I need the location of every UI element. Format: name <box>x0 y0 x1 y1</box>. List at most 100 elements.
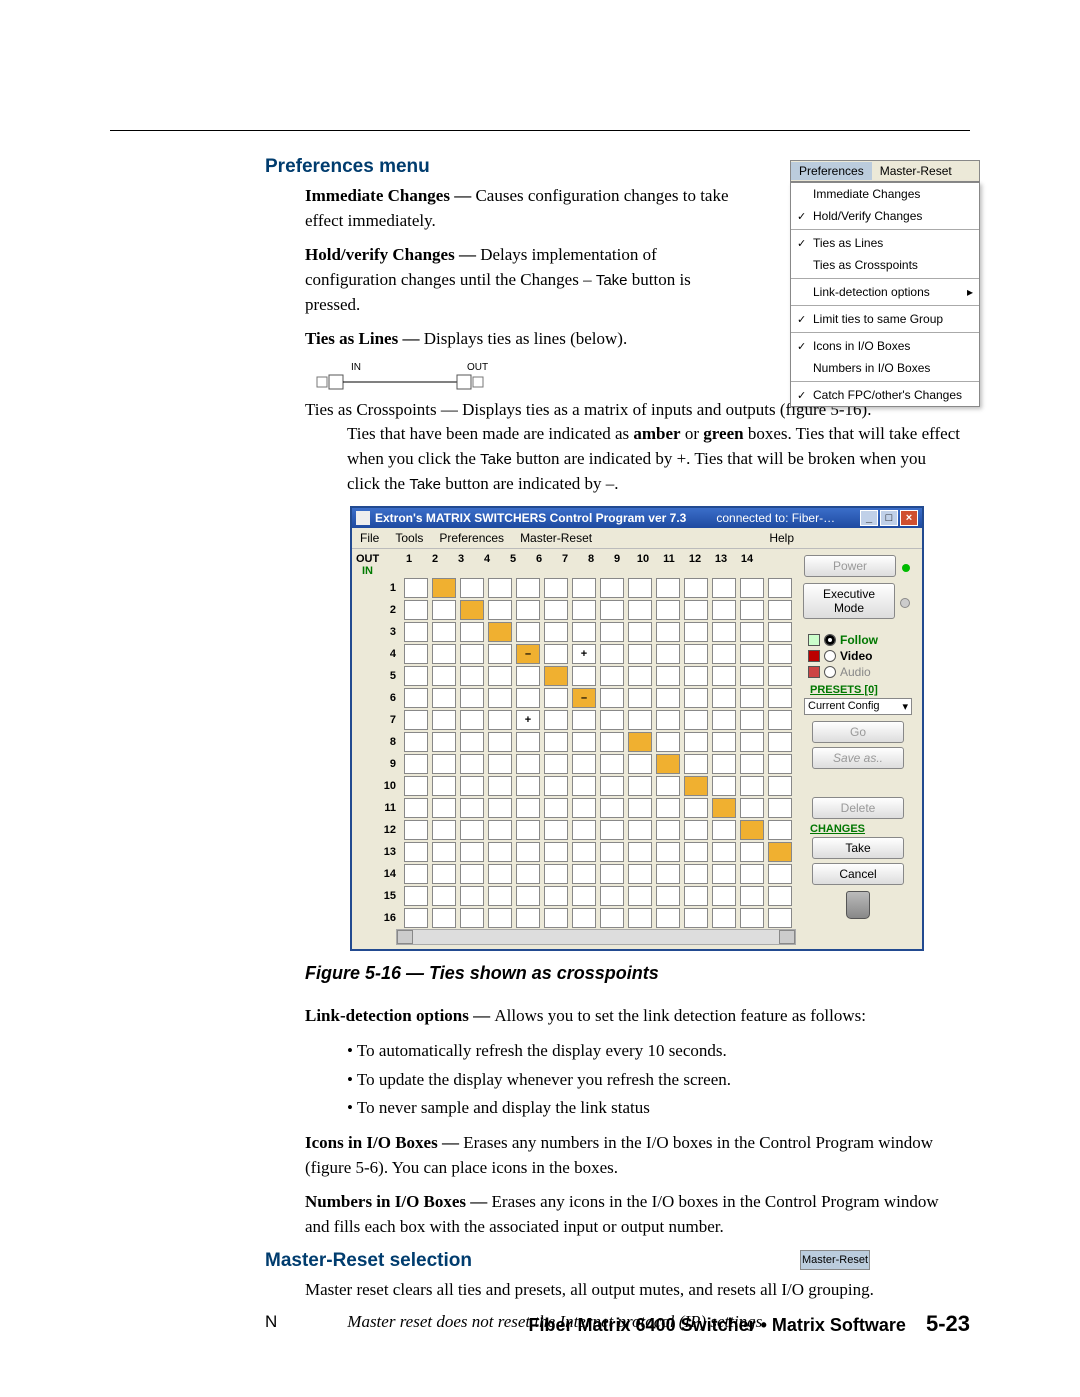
crosspoint-cell[interactable] <box>404 820 428 840</box>
crosspoint-cell[interactable] <box>740 666 764 686</box>
crosspoint-cell[interactable] <box>572 798 596 818</box>
minimize-button[interactable]: _ <box>860 510 878 526</box>
crosspoint-cell[interactable] <box>768 600 792 620</box>
save-as-button[interactable]: Save as.. <box>812 747 904 769</box>
menu-item-icons-io[interactable]: Icons in I/O Boxes <box>791 335 979 357</box>
crosspoint-cell[interactable] <box>460 886 484 906</box>
crosspoint-cell[interactable] <box>740 908 764 928</box>
crosspoint-cell[interactable] <box>656 798 680 818</box>
crosspoint-cell[interactable] <box>488 908 512 928</box>
crosspoint-cell[interactable] <box>684 666 708 686</box>
crosspoint-cell[interactable] <box>740 578 764 598</box>
crosspoint-cell[interactable] <box>600 842 624 862</box>
crosspoint-cell[interactable] <box>628 776 652 796</box>
crosspoint-cell[interactable] <box>740 688 764 708</box>
crosspoint-cell[interactable] <box>488 644 512 664</box>
crosspoint-cell[interactable] <box>460 842 484 862</box>
crosspoint-cell[interactable] <box>432 578 456 598</box>
crosspoint-cell[interactable] <box>768 864 792 884</box>
take-button[interactable]: Take <box>812 837 904 859</box>
crosspoint-cell[interactable] <box>516 820 540 840</box>
crosspoint-cell[interactable] <box>544 600 568 620</box>
crosspoint-cell[interactable] <box>628 688 652 708</box>
crosspoint-cell[interactable] <box>404 776 428 796</box>
crosspoint-cell[interactable] <box>684 886 708 906</box>
crosspoint-cell[interactable] <box>572 886 596 906</box>
crosspoint-cell[interactable] <box>488 622 512 642</box>
crosspoint-cell[interactable] <box>544 842 568 862</box>
cancel-button[interactable]: Cancel <box>812 863 904 885</box>
crosspoint-cell[interactable] <box>600 622 624 642</box>
crosspoint-cell[interactable] <box>460 710 484 730</box>
crosspoint-cell[interactable] <box>656 886 680 906</box>
crosspoint-cell[interactable] <box>544 688 568 708</box>
crosspoint-cell[interactable] <box>628 864 652 884</box>
crosspoint-cell[interactable] <box>516 886 540 906</box>
crosspoint-cell[interactable] <box>740 710 764 730</box>
menu-item-numbers-io[interactable]: Numbers in I/O Boxes <box>791 357 979 379</box>
crosspoint-cell[interactable] <box>488 578 512 598</box>
crosspoint-cell[interactable] <box>600 666 624 686</box>
crosspoint-cell[interactable] <box>488 864 512 884</box>
crosspoint-cell[interactable] <box>600 908 624 928</box>
crosspoint-cell[interactable] <box>488 820 512 840</box>
crosspoint-cell[interactable] <box>572 776 596 796</box>
crosspoint-cell[interactable] <box>628 886 652 906</box>
crosspoint-cell[interactable] <box>684 688 708 708</box>
crosspoint-cell[interactable] <box>712 622 736 642</box>
close-button[interactable]: × <box>900 510 918 526</box>
crosspoint-cell[interactable] <box>628 600 652 620</box>
menu-item-catch-fpc[interactable]: Catch FPC/other's Changes <box>791 384 979 406</box>
crosspoint-cell[interactable] <box>432 908 456 928</box>
crosspoint-cell[interactable] <box>600 864 624 884</box>
crosspoint-cell[interactable] <box>740 600 764 620</box>
crosspoint-cell[interactable] <box>600 776 624 796</box>
crosspoint-cell[interactable] <box>712 666 736 686</box>
crosspoint-cell[interactable] <box>656 732 680 752</box>
crosspoint-cell[interactable] <box>656 710 680 730</box>
crosspoint-cell[interactable] <box>684 710 708 730</box>
crosspoint-cell[interactable] <box>712 820 736 840</box>
crosspoint-cell[interactable] <box>656 820 680 840</box>
crosspoint-cell[interactable] <box>628 666 652 686</box>
crosspoint-cell[interactable] <box>712 908 736 928</box>
menu-preferences[interactable]: Preferences <box>439 531 504 545</box>
crosspoint-cell[interactable] <box>432 688 456 708</box>
crosspoint-cell[interactable] <box>488 732 512 752</box>
crosspoint-cell[interactable] <box>544 886 568 906</box>
crosspoint-cell[interactable] <box>544 644 568 664</box>
crosspoint-cell[interactable] <box>460 688 484 708</box>
crosspoint-cell[interactable] <box>600 798 624 818</box>
menu-header-preferences[interactable]: Preferences <box>791 162 872 180</box>
crosspoint-cell[interactable] <box>712 798 736 818</box>
crosspoint-cell[interactable] <box>432 798 456 818</box>
crosspoint-cell[interactable] <box>404 798 428 818</box>
crosspoint-cell[interactable] <box>684 798 708 818</box>
crosspoint-cell[interactable] <box>656 754 680 774</box>
crosspoint-cell[interactable] <box>404 710 428 730</box>
crosspoint-cell[interactable] <box>488 776 512 796</box>
crosspoint-cell[interactable] <box>768 622 792 642</box>
crosspoint-cell[interactable] <box>740 776 764 796</box>
crosspoint-cell[interactable] <box>404 644 428 664</box>
crosspoint-cell[interactable] <box>712 710 736 730</box>
menu-help[interactable]: Help <box>769 531 794 545</box>
crosspoint-cell[interactable] <box>404 622 428 642</box>
crosspoint-cell[interactable] <box>628 908 652 928</box>
crosspoint-cell[interactable] <box>684 864 708 884</box>
power-button[interactable]: Power <box>804 555 896 577</box>
crosspoint-cell[interactable] <box>516 600 540 620</box>
crosspoint-cell[interactable] <box>544 820 568 840</box>
crosspoint-cell[interactable] <box>768 886 792 906</box>
crosspoint-cell[interactable] <box>404 864 428 884</box>
crosspoint-cell[interactable] <box>768 754 792 774</box>
crosspoint-cell[interactable]: – <box>572 688 596 708</box>
crosspoint-cell[interactable] <box>740 842 764 862</box>
crosspoint-cell[interactable] <box>460 622 484 642</box>
crosspoint-cell[interactable] <box>460 578 484 598</box>
crosspoint-cell[interactable] <box>684 820 708 840</box>
crosspoint-cell[interactable] <box>684 622 708 642</box>
trash-icon[interactable] <box>846 891 870 919</box>
crosspoint-cell[interactable] <box>600 644 624 664</box>
crosspoint-cell[interactable] <box>488 600 512 620</box>
